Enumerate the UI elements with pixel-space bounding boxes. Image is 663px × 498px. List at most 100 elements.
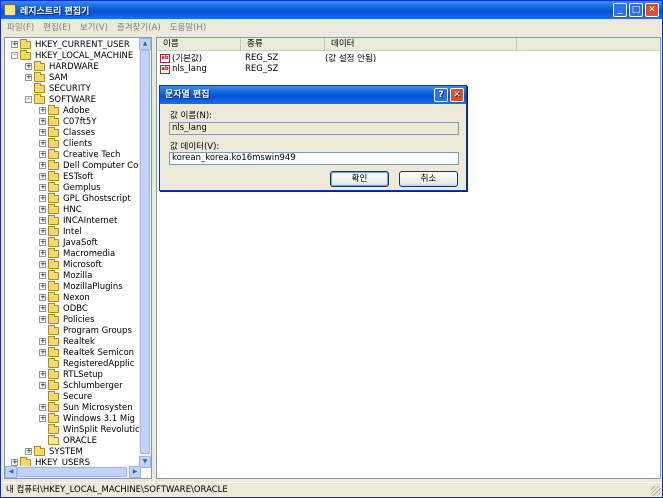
tree-node[interactable]: + Nexon — [39, 291, 91, 303]
expand-icon[interactable]: + — [39, 404, 46, 411]
expand-icon[interactable]: + — [39, 371, 46, 378]
tree-node[interactable]: + Schlumberger — [39, 379, 124, 391]
tree-node[interactable]: + Mozilla — [39, 269, 93, 281]
tree-node[interactable]: + Classes — [39, 126, 96, 138]
tree-node-label: RegisteredApplic — [63, 358, 135, 369]
tree-node[interactable]: RegisteredApplic — [39, 357, 135, 369]
tree-hscroll-thumb[interactable] — [17, 467, 127, 477]
tree-node[interactable]: Secure — [39, 390, 93, 402]
tree-node[interactable]: WinSplit Revolutic — [39, 423, 141, 435]
tree-node[interactable]: + Realtek Semicon — [39, 346, 135, 358]
expand-icon[interactable]: + — [11, 459, 18, 466]
minimize-button[interactable]: _ — [613, 3, 627, 17]
value-name-field[interactable]: nls_lang — [169, 122, 459, 135]
tree-node[interactable]: + JavaSoft — [39, 236, 99, 248]
scroll-up-arrow-icon[interactable]: ▲ — [139, 38, 151, 50]
expand-icon[interactable]: + — [39, 294, 46, 301]
expand-icon[interactable]: + — [39, 415, 46, 422]
maximize-button[interactable]: □ — [629, 3, 643, 17]
dialog-close-button[interactable]: ✕ — [450, 88, 464, 102]
tree-node[interactable]: + HKEY_CURRENT_USER — [11, 38, 131, 50]
expand-icon[interactable]: + — [39, 118, 46, 125]
expand-icon[interactable]: + — [39, 272, 46, 279]
tree-node[interactable]: + GPL Ghostscript — [39, 192, 132, 204]
tree-node[interactable]: + Policies — [39, 313, 95, 325]
expand-icon[interactable]: + — [39, 195, 46, 202]
tree-node[interactable]: Program Groups — [39, 324, 133, 336]
tree-node[interactable]: + INCAInternet — [39, 214, 118, 226]
expand-icon[interactable]: + — [25, 448, 32, 455]
tree-node[interactable]: + Dell Computer Co — [39, 159, 139, 171]
expand-icon[interactable]: + — [39, 349, 46, 356]
expand-icon[interactable]: + — [39, 316, 46, 323]
menu-view[interactable]: 보기(V) — [80, 21, 108, 33]
close-button[interactable]: ✕ — [645, 3, 659, 17]
tree-vertical-scrollbar[interactable]: ▲ ▼ — [139, 38, 151, 468]
tree-node[interactable]: + HARDWARE — [25, 60, 100, 72]
expand-icon[interactable]: + — [39, 338, 46, 345]
tree-node[interactable]: + RTLSetup — [39, 368, 104, 380]
expand-icon[interactable]: + — [39, 206, 46, 213]
tree-node[interactable]: + Intel — [39, 225, 83, 237]
dialog-help-button[interactable]: ? — [434, 88, 448, 102]
expand-icon[interactable]: + — [39, 184, 46, 191]
column-header-type[interactable]: 종류 — [241, 38, 325, 51]
tree-node[interactable]: + Realtek — [39, 335, 96, 347]
menu-edit[interactable]: 편집(E) — [43, 21, 71, 33]
tree-node[interactable]: + Creative Tech — [39, 148, 121, 160]
expand-icon[interactable]: + — [39, 173, 46, 180]
expand-icon[interactable]: + — [25, 63, 32, 70]
tree-node[interactable]: + Gemplus — [39, 181, 102, 193]
expand-icon[interactable]: + — [39, 228, 46, 235]
expand-icon[interactable]: + — [39, 140, 46, 147]
scroll-right-arrow-icon[interactable]: ▶ — [129, 466, 141, 478]
expand-icon[interactable]: + — [39, 261, 46, 268]
collapse-icon[interactable]: - — [25, 96, 32, 103]
tree-node[interactable]: + SAM — [25, 71, 69, 83]
expand-icon[interactable]: + — [39, 129, 46, 136]
expand-icon[interactable]: + — [39, 239, 46, 246]
tree-node[interactable]: + Clients — [39, 137, 93, 149]
tree-node[interactable]: + Microsoft — [39, 258, 103, 270]
column-header-data[interactable]: 데이터 — [325, 38, 517, 51]
collapse-icon[interactable]: - — [11, 52, 18, 59]
cancel-button[interactable]: 취소 — [399, 171, 458, 187]
expand-icon[interactable]: + — [39, 250, 46, 257]
expand-icon[interactable]: + — [39, 217, 46, 224]
tree-node[interactable]: - HKEY_LOCAL_MACHINE — [11, 49, 134, 61]
title-bar[interactable]: 레지스트리 편집기 _ □ ✕ — [1, 1, 662, 19]
expand-icon[interactable]: + — [39, 107, 46, 114]
tree-scroll-thumb[interactable] — [140, 50, 150, 454]
menu-favorites[interactable]: 즐겨찾기(A) — [117, 21, 161, 33]
scroll-left-arrow-icon[interactable]: ◀ — [5, 466, 17, 478]
tree-node[interactable]: + Sun Microsysten — [39, 401, 134, 413]
expand-icon[interactable]: + — [11, 41, 18, 48]
column-header-name[interactable]: 이름 — [157, 38, 241, 51]
expand-icon[interactable]: + — [39, 382, 46, 389]
expand-icon[interactable]: + — [25, 74, 32, 81]
expand-icon[interactable]: + — [39, 162, 46, 169]
dialog-title-bar[interactable]: 문자열 편집 ? ✕ — [160, 86, 466, 104]
expand-icon[interactable]: + — [39, 305, 46, 312]
tree-node[interactable]: SECURITY — [25, 82, 92, 94]
list-row[interactable]: ab nls_lang REG_SZ — [157, 63, 660, 75]
tree-node[interactable]: + Adobe — [39, 104, 91, 116]
tree-node[interactable]: + ODBC — [39, 302, 89, 314]
tree-horizontal-scrollbar[interactable]: ◀ ▶ — [5, 466, 141, 478]
tree-node[interactable]: + Macromedia — [39, 247, 116, 259]
ok-button[interactable]: 확인 — [330, 171, 389, 187]
expand-icon[interactable]: + — [39, 283, 46, 290]
value-data-input[interactable]: korean_korea.ko16mswin949 — [169, 152, 459, 165]
tree-node[interactable]: + MozillaPlugins — [39, 280, 124, 292]
tree-node[interactable]: + C07ft5Y — [39, 115, 98, 127]
tree-node[interactable]: + ESTsoft — [39, 170, 94, 182]
tree-node[interactable]: ORACLE — [39, 434, 98, 446]
tree-node[interactable]: + Windows 3.1 Mig — [39, 412, 136, 424]
expand-icon[interactable]: + — [39, 151, 46, 158]
menu-help[interactable]: 도움말(H) — [170, 21, 206, 33]
tree-node[interactable]: + SYSTEM — [25, 445, 84, 457]
tree-node[interactable]: - SOFTWARE — [25, 93, 97, 105]
resize-grip-icon[interactable] — [651, 486, 661, 496]
menu-file[interactable]: 파일(F) — [7, 21, 34, 33]
tree-node[interactable]: + HNC — [39, 203, 83, 215]
